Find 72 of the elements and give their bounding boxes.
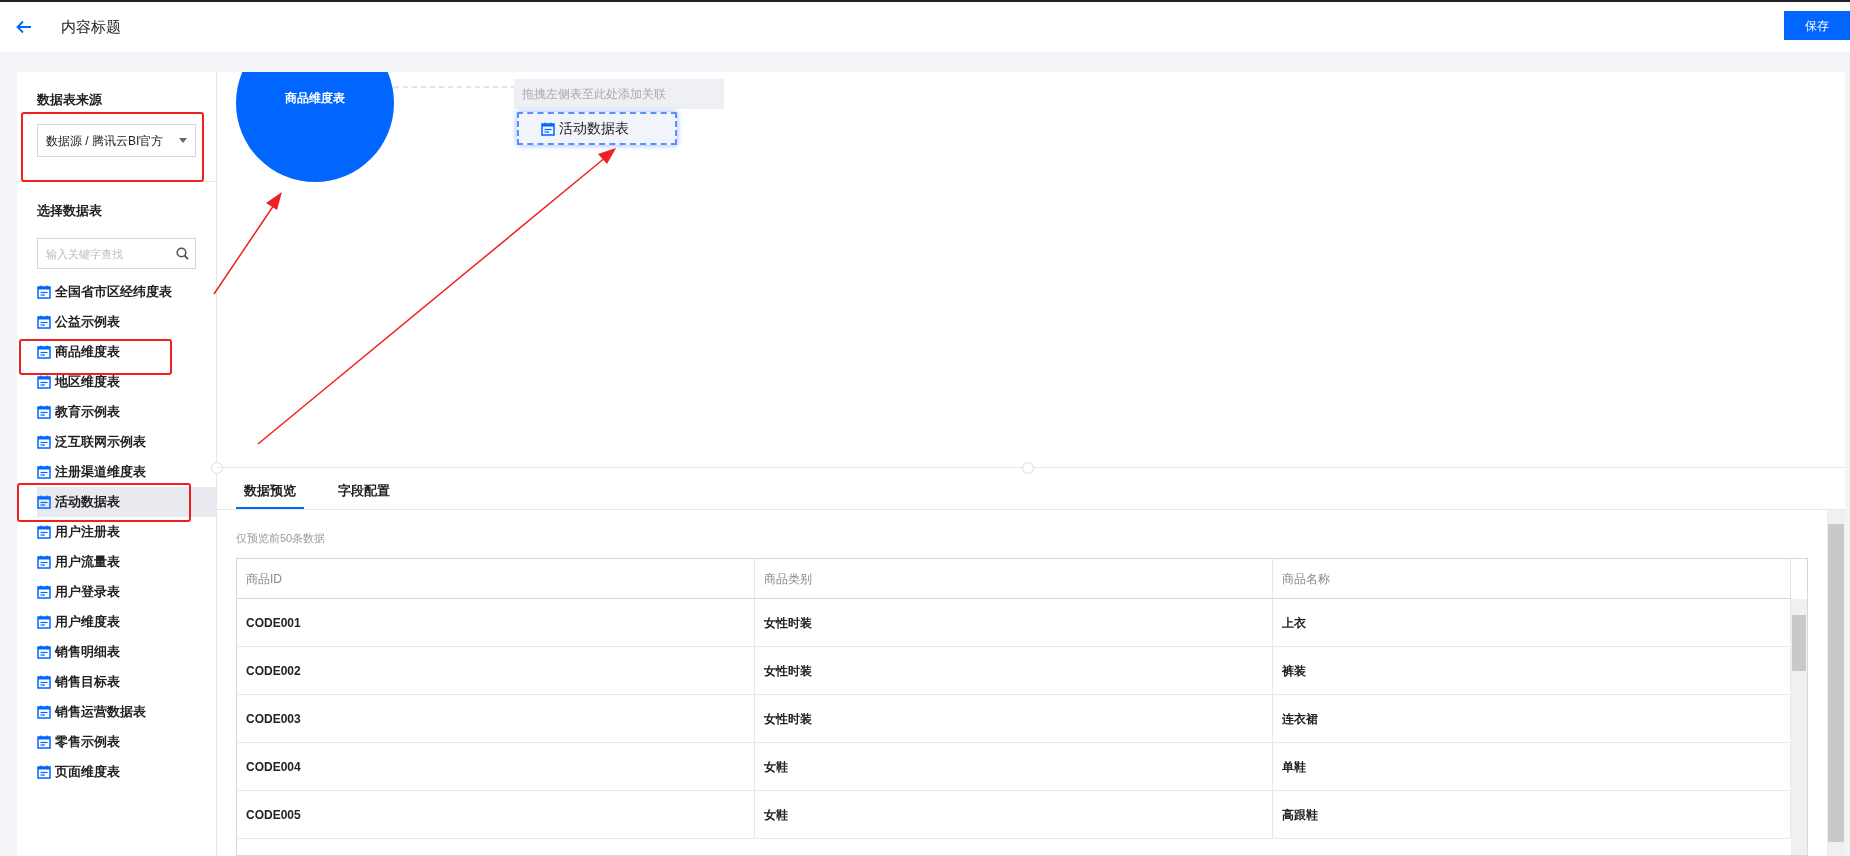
table-list-item[interactable]: 用户维度表 — [37, 607, 216, 637]
caret-icon — [179, 138, 187, 143]
scrollbar[interactable] — [1827, 510, 1845, 856]
table-cell-text: 裤装 — [1282, 662, 1306, 680]
table-list-item[interactable]: 公益示例表 — [37, 307, 216, 337]
table-cell-text: 高跟鞋 — [1282, 806, 1318, 824]
table-list-item[interactable]: 页面维度表 — [37, 757, 216, 787]
table-cell-text: CODE005 — [246, 806, 301, 824]
table-cell-text: 女鞋 — [764, 806, 788, 824]
table-icon — [37, 585, 51, 599]
table-list-item[interactable]: 用户流量表 — [37, 547, 216, 577]
table-cell-text: 上衣 — [1282, 614, 1306, 632]
table-list-item[interactable]: 活动数据表 — [37, 487, 216, 517]
table-cell-text: 女性时装 — [764, 710, 812, 728]
save-button[interactable]: 保存 — [1784, 11, 1850, 40]
table-icon — [37, 495, 51, 509]
table-list-item[interactable]: 泛互联网示例表 — [37, 427, 216, 457]
table-list-item[interactable]: 教育示例表 — [37, 397, 216, 427]
table-node[interactable]: 商品维度表 — [236, 72, 394, 182]
table-list-item[interactable]: 销售运营数据表 — [37, 697, 216, 727]
table-icon — [37, 465, 51, 479]
table-icon — [541, 121, 555, 136]
table-icon — [37, 435, 51, 449]
table-list-item[interactable]: 地区维度表 — [37, 367, 216, 397]
table-icon — [37, 405, 51, 419]
table-cell-text: CODE002 — [246, 662, 301, 680]
table-cell-text: 女鞋 — [764, 758, 788, 776]
column-header: 商品名称 — [1282, 570, 1330, 588]
tab[interactable]: 数据预览 — [236, 475, 304, 509]
search-field[interactable]: 输入关键字查找 — [37, 238, 196, 269]
search-icon — [176, 247, 189, 260]
table-icon — [37, 675, 51, 689]
resize-handle[interactable] — [1022, 462, 1034, 474]
table-cell-text: 女性时装 — [764, 614, 812, 632]
table-cell-text: 单鞋 — [1282, 758, 1306, 776]
table-list-item[interactable]: 注册渠道维度表 — [37, 457, 216, 487]
column-header: 商品类别 — [764, 570, 812, 588]
table-list-item[interactable]: 商品维度表 — [37, 337, 216, 367]
table-list-item[interactable]: 全国省市区经纬度表 — [37, 277, 216, 307]
table-icon — [37, 705, 51, 719]
table-icon — [37, 735, 51, 749]
table-icon — [37, 765, 51, 779]
table-cell-text: CODE001 — [246, 614, 301, 632]
page-title: 内容标题 — [61, 16, 121, 37]
table-cell-text: 连衣裙 — [1282, 710, 1318, 728]
table-list-item[interactable]: 零售示例表 — [37, 727, 216, 757]
source-dropdown[interactable]: 数据源 / 腾讯云BI官方 — [37, 124, 196, 157]
table-list-item[interactable]: 用户注册表 — [37, 517, 216, 547]
preview-note: 仅预览前50条数据 — [236, 531, 327, 546]
table-icon — [37, 615, 51, 629]
table-cell-text: CODE004 — [246, 758, 301, 776]
table-list-item[interactable]: 销售明细表 — [37, 637, 216, 667]
table-icon — [37, 345, 51, 359]
table-list-item[interactable]: 销售目标表 — [37, 667, 216, 697]
table-cell-text: CODE003 — [246, 710, 301, 728]
table-icon — [37, 555, 51, 569]
table-icon — [37, 645, 51, 659]
section-label: 数据表来源 — [37, 91, 103, 109]
table-icon — [37, 315, 51, 329]
section-label: 选择数据表 — [37, 202, 103, 220]
resize-handle[interactable] — [211, 462, 223, 474]
scrollbar[interactable] — [1791, 599, 1807, 855]
tab[interactable]: 字段配置 — [330, 475, 398, 509]
column-header: 商品ID — [246, 570, 282, 588]
table-list-item[interactable]: 用户登录表 — [37, 577, 216, 607]
table-cell-text: 女性时装 — [764, 662, 812, 680]
table-icon — [37, 525, 51, 539]
table-icon — [37, 285, 51, 299]
drop-zone: 拖拽左侧表至此处添加关联 — [514, 79, 724, 109]
table-icon — [37, 375, 51, 389]
dragged-table[interactable]: 活动数据表 — [517, 112, 677, 145]
back-arrow-icon[interactable] — [16, 20, 32, 34]
